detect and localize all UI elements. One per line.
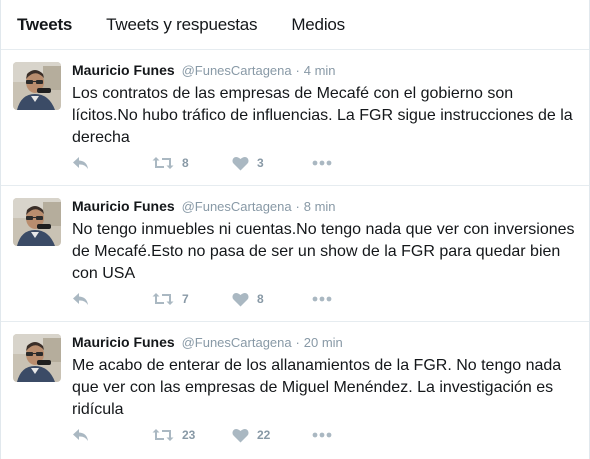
tweet[interactable]: Mauricio Funes @FunesCartagena · 4 min L… bbox=[1, 50, 589, 186]
heart-icon bbox=[232, 428, 249, 442]
tweet-text: Los contratos de las empresas de Mecafé … bbox=[72, 85, 573, 146]
tweet-text: Me acabo de enterar de los allanamientos… bbox=[72, 357, 562, 418]
retweet-button[interactable]: 23 bbox=[152, 428, 232, 442]
reply-icon bbox=[73, 429, 88, 441]
tweet-text: No tengo inmuebles ni cuentas.No tengo n… bbox=[72, 221, 575, 282]
more-button[interactable] bbox=[312, 160, 332, 166]
like-button[interactable]: 3 bbox=[232, 156, 312, 171]
retweet-count: 7 bbox=[182, 292, 189, 306]
avatar[interactable] bbox=[13, 198, 61, 246]
heart-icon bbox=[232, 156, 249, 170]
like-button[interactable]: 22 bbox=[232, 428, 312, 443]
tab-tweets-and-replies[interactable]: Tweets y respuestas bbox=[106, 15, 257, 35]
retweet-icon bbox=[152, 293, 174, 305]
tweet-actions: 7 8 bbox=[72, 289, 332, 309]
author-handle[interactable]: @FunesCartagena bbox=[182, 199, 292, 214]
like-button[interactable]: 8 bbox=[232, 292, 312, 307]
author-name[interactable]: Mauricio Funes bbox=[72, 62, 175, 78]
reply-icon bbox=[73, 293, 88, 305]
tweet-header: Mauricio Funes @FunesCartagena · 8 min bbox=[72, 196, 577, 217]
tweet-timestamp[interactable]: 8 min bbox=[304, 199, 336, 214]
like-count: 3 bbox=[257, 156, 264, 170]
retweet-count: 23 bbox=[182, 428, 196, 442]
tab-media[interactable]: Medios bbox=[291, 15, 345, 35]
reply-button[interactable] bbox=[72, 156, 152, 170]
avatar[interactable] bbox=[13, 334, 61, 382]
author-handle[interactable]: @FunesCartagena bbox=[182, 63, 292, 78]
separator-dot: · bbox=[295, 63, 300, 78]
separator-dot: · bbox=[295, 199, 300, 214]
reply-button[interactable] bbox=[72, 292, 152, 306]
tweet-timestamp[interactable]: 4 min bbox=[304, 63, 336, 78]
more-button[interactable] bbox=[312, 296, 332, 302]
retweet-button[interactable]: 7 bbox=[152, 292, 232, 306]
avatar[interactable] bbox=[13, 62, 61, 110]
tweet-header: Mauricio Funes @FunesCartagena · 20 min bbox=[72, 332, 577, 353]
more-button[interactable] bbox=[312, 432, 332, 438]
heart-icon bbox=[232, 292, 249, 306]
profile-timeline: Tweets Tweets y respuestas Medios Mauric… bbox=[0, 0, 590, 459]
more-dots-icon bbox=[312, 296, 332, 302]
retweet-icon bbox=[152, 429, 174, 441]
tab-tweets[interactable]: Tweets bbox=[17, 15, 72, 35]
more-dots-icon bbox=[312, 160, 332, 166]
like-count: 22 bbox=[257, 428, 271, 442]
timeline-tabs: Tweets Tweets y respuestas Medios bbox=[1, 0, 589, 50]
like-count: 8 bbox=[257, 292, 264, 306]
separator-dot: · bbox=[295, 335, 300, 350]
reply-button[interactable] bbox=[72, 428, 152, 442]
author-name[interactable]: Mauricio Funes bbox=[72, 334, 175, 350]
tweet-actions: 23 22 bbox=[72, 425, 332, 445]
more-dots-icon bbox=[312, 432, 332, 438]
retweet-count: 8 bbox=[182, 156, 189, 170]
retweet-button[interactable]: 8 bbox=[152, 156, 232, 170]
reply-icon bbox=[73, 157, 88, 169]
author-name[interactable]: Mauricio Funes bbox=[72, 198, 175, 214]
tweet-timestamp[interactable]: 20 min bbox=[304, 335, 343, 350]
tweet-actions: 8 3 bbox=[72, 153, 332, 173]
tweet[interactable]: Mauricio Funes @FunesCartagena · 20 min … bbox=[1, 322, 589, 458]
author-handle[interactable]: @FunesCartagena bbox=[182, 335, 292, 350]
tweet-header: Mauricio Funes @FunesCartagena · 4 min bbox=[72, 60, 577, 81]
tweet[interactable]: Mauricio Funes @FunesCartagena · 8 min N… bbox=[1, 186, 589, 322]
retweet-icon bbox=[152, 157, 174, 169]
